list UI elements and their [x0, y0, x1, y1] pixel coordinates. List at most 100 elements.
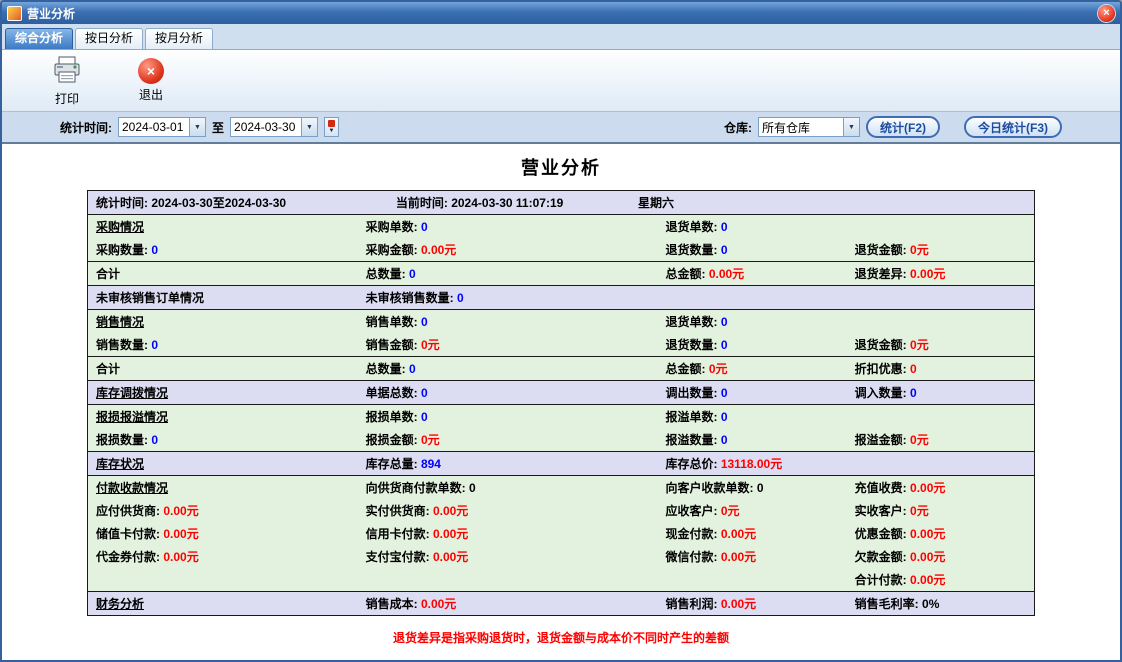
table-cell: 采购情况 — [88, 218, 358, 235]
cell-value: 0元 — [421, 433, 440, 447]
date-picker-button[interactable]: ▼ — [324, 117, 339, 137]
printer-icon — [52, 55, 82, 88]
cell-value: 0元 — [910, 504, 929, 518]
cell-value: 0 — [910, 362, 917, 376]
table-cell: 代金券付款: 0.00元 — [88, 548, 358, 565]
cell-label: 优惠金额: — [855, 527, 910, 541]
cell-label: 报损金额: — [366, 433, 421, 447]
cell-value: 0.00元 — [721, 527, 756, 541]
filter-bar: 统计时间: 2024-03-01 ▼ 至 2024-03-30 ▼ ▼ 仓库: … — [2, 112, 1120, 144]
section-header: 采购情况 — [96, 220, 144, 234]
cell-label: 折扣优惠: — [855, 362, 910, 376]
cell-label: 欠款金额: — [855, 550, 910, 564]
tab-daily-analysis[interactable]: 按日分析 — [75, 28, 143, 49]
table-cell: 实收客户: 0元 — [847, 502, 1034, 519]
cell-label: 储值卡付款: — [96, 527, 163, 541]
table-cell: 采购单数: 0 — [358, 218, 658, 235]
cell-label: 库存总价: — [665, 457, 720, 471]
table-cell: 退货差异: 0.00元 — [847, 265, 1034, 282]
cell-value: 0.00元 — [163, 504, 198, 518]
table-cell: 库存调拨情况 — [88, 384, 358, 401]
table-cell: 退货金额: 0元 — [847, 241, 1034, 258]
table-cell: 退货数量: 0 — [657, 241, 846, 258]
table-cell: 充值收费: 0.00元 — [847, 479, 1034, 496]
date-to-select[interactable]: 2024-03-30 ▼ — [230, 117, 318, 137]
section-header: 库存调拨情况 — [96, 386, 168, 400]
cell-label: 退货差异: — [855, 267, 910, 281]
close-button[interactable]: × — [1098, 5, 1115, 22]
cell-value: 894 — [421, 457, 441, 471]
cell-label: 未审核销售数量: — [366, 291, 457, 305]
date-from-select[interactable]: 2024-03-01 ▼ — [118, 117, 206, 137]
stat-button[interactable]: 统计(F2) — [866, 116, 940, 138]
cell-text: 未审核销售订单情况 — [96, 291, 204, 305]
table-cell: 未审核销售订单情况 — [88, 289, 358, 306]
table-cell: 报溢金额: 0元 — [847, 431, 1034, 448]
cell-value: 0元 — [421, 338, 440, 352]
table-row: 合计总数量: 0总金额: 0.00元退货差异: 0.00元 — [88, 261, 1034, 285]
cell-value: 0.00元 — [433, 504, 468, 518]
cell-label: 总数量: — [366, 267, 409, 281]
table-cell: 销售单数: 0 — [358, 313, 658, 330]
tab-monthly-analysis[interactable]: 按月分析 — [145, 28, 213, 49]
warehouse-value: 所有仓库 — [759, 119, 843, 136]
cell-value: 0 — [721, 410, 728, 424]
table-row: 付款收款情况向供货商付款单数: 0向客户收款单数: 0充值收费: 0.00元应付… — [88, 475, 1034, 591]
exit-button[interactable]: × 退出 — [122, 58, 180, 103]
cell-value: 0.00元 — [721, 550, 756, 564]
cell-label: 合计付款: — [855, 573, 910, 587]
cell-label: 销售利润: — [665, 597, 720, 611]
table-cell: 退货单数: 0 — [657, 313, 846, 330]
table-cell: 销售数量: 0 — [88, 336, 358, 353]
table-row: 库存调拨情况单据总数: 0调出数量: 0调入数量: 0 — [88, 380, 1034, 404]
table-cell: 报损报溢情况 — [88, 408, 358, 425]
today-stat-button[interactable]: 今日统计(F3) — [964, 116, 1062, 138]
table-cell: 支付宝付款: 0.00元 — [358, 548, 658, 565]
table-row: 未审核销售订单情况未审核销售数量: 0 — [88, 285, 1034, 309]
cell-value: 0.00元 — [421, 243, 456, 257]
cell-label: 总数量: — [366, 362, 409, 376]
cell-value: 0 — [910, 386, 917, 400]
cell-label: 报损单数: — [366, 410, 421, 424]
cell-label: 退货单数: — [665, 220, 720, 234]
cell-label: 支付宝付款: — [366, 550, 433, 564]
table-cell: 报损单数: 0 — [358, 408, 658, 425]
tab-combined-analysis[interactable]: 综合分析 — [5, 28, 73, 49]
table-cell: 退货数量: 0 — [657, 336, 846, 353]
table-cell: 报损数量: 0 — [88, 431, 358, 448]
cell-value: 0元 — [709, 362, 728, 376]
cell-label: 信用卡付款: — [366, 527, 433, 541]
cell-label: 实付供货商: — [366, 504, 433, 518]
report-area: 营业分析 统计时间: 2024-03-30至2024-03-30当前时间: 20… — [2, 144, 1120, 660]
warehouse-select[interactable]: 所有仓库 ▼ — [758, 117, 860, 137]
table-cell: 合计 — [88, 265, 358, 282]
cell-label: 向客户收款单数: — [665, 481, 756, 495]
cell-value: 0 — [757, 481, 764, 495]
cell-value: 0.00元 — [910, 550, 945, 564]
cell-value: 0.00元 — [910, 267, 945, 281]
cell-value: 0.00元 — [433, 527, 468, 541]
table-cell: 采购金额: 0.00元 — [358, 241, 658, 258]
cell-label: 总金额: — [665, 362, 708, 376]
cell-label: 采购金额: — [366, 243, 421, 257]
table-cell: 向客户收款单数: 0 — [657, 479, 846, 496]
cell-value: 0 — [421, 386, 428, 400]
cell-label: 应收客户: — [665, 504, 720, 518]
table-cell: 销售金额: 0元 — [358, 336, 658, 353]
cell-value: 0 — [151, 433, 158, 447]
app-window: 营业分析 × 综合分析 按日分析 按月分析 打印 — [0, 0, 1122, 662]
cell-value: 0 — [721, 220, 728, 234]
cell-label: 报溢金额: — [855, 433, 910, 447]
cell-value: 0.00元 — [433, 550, 468, 564]
date-from-value: 2024-03-01 — [119, 120, 189, 134]
cell-value: 0 — [151, 338, 158, 352]
table-cell: 优惠金额: 0.00元 — [847, 525, 1034, 542]
close-icon: × — [1103, 7, 1109, 19]
exit-label: 退出 — [139, 86, 163, 103]
cell-label: 退货金额: — [855, 243, 910, 257]
table-row: 采购情况采购单数: 0退货单数: 0采购数量: 0采购金额: 0.00元退货数量… — [88, 214, 1034, 261]
cell-label: 报溢单数: — [665, 410, 720, 424]
print-button[interactable]: 打印 — [38, 55, 96, 107]
cell-label: 销售金额: — [366, 338, 421, 352]
cell-value: 0.00元 — [910, 481, 945, 495]
